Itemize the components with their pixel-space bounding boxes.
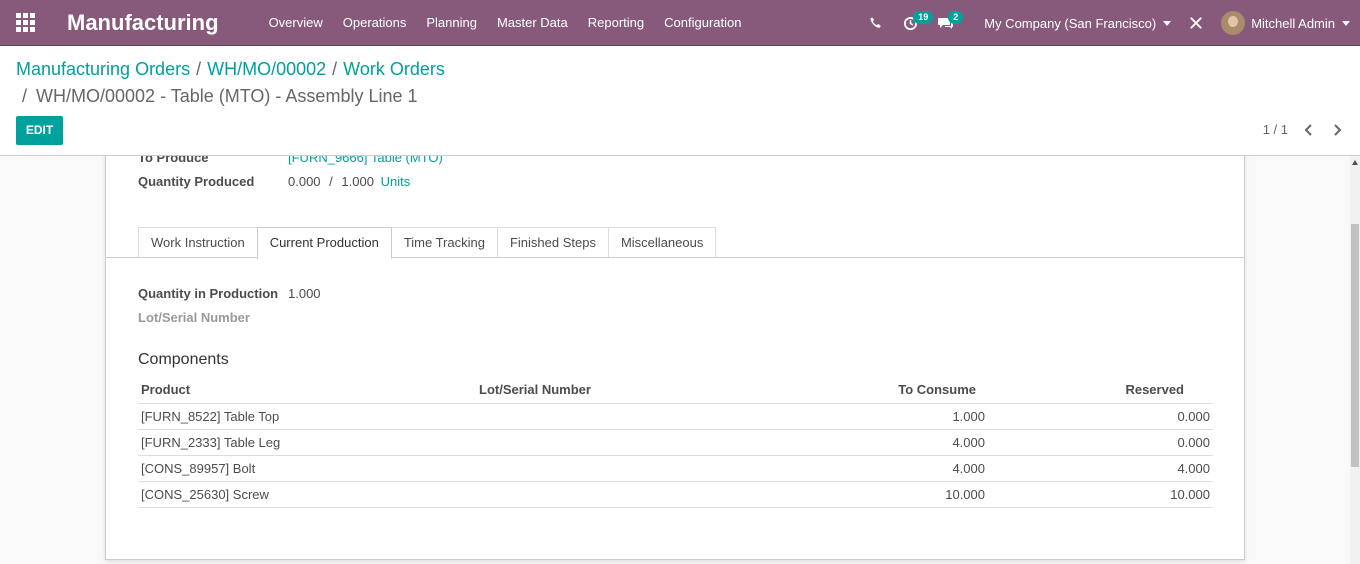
company-name: My Company (San Francisco)	[984, 15, 1157, 31]
menu-planning[interactable]: Planning	[416, 0, 487, 46]
avatar	[1221, 11, 1246, 35]
qty-uom[interactable]: Units	[381, 174, 411, 189]
row-product: [FURN_8522] Table Top	[138, 403, 476, 430]
edit-button[interactable]: EDIT	[16, 116, 63, 145]
form-sheet: To Produce [FURN_9666] Table (MTO) Quant…	[105, 156, 1245, 560]
chevron-right-icon[interactable]	[1330, 123, 1344, 137]
row-reserved: 10.000	[988, 481, 1213, 508]
row-to-consume: 1.000	[816, 403, 988, 430]
apps-menu-icon[interactable]	[0, 0, 50, 46]
tab-finished-steps[interactable]: Finished Steps	[496, 227, 609, 258]
pager: 1 / 1	[1263, 122, 1344, 137]
col-lot-serial: Lot/Serial Number	[476, 377, 816, 404]
tab-miscellaneous[interactable]: Miscellaneous	[607, 227, 717, 258]
breadcrumb: Manufacturing Orders / WH/MO/00002/Work Or…	[16, 59, 445, 80]
row-reserved: 0.000	[988, 429, 1213, 456]
row-to-consume: 4.000	[816, 455, 988, 482]
table-row[interactable]: [CONS_25630] Screw 10.000 10.000	[138, 481, 1213, 508]
chevron-down-icon	[1342, 20, 1350, 26]
col-reserved: Reserved	[988, 377, 1213, 404]
row-lot	[476, 455, 816, 482]
user-name: Mitchell Admin	[1251, 15, 1335, 31]
pager-value[interactable]: 1 / 1	[1263, 122, 1288, 137]
table-row[interactable]: [CONS_89957] Bolt 4.000 4.000	[138, 455, 1213, 482]
table-header-row: Product Lot/Serial Number To Consume Res…	[138, 377, 1213, 404]
top-navbar: Manufacturing Overview Operations Planni…	[0, 0, 1360, 46]
form-view: To Produce [FURN_9666] Table (MTO) Quant…	[0, 156, 1350, 564]
qty-in-production-label: Quantity in Production	[138, 286, 279, 301]
row-to-consume: 4.000	[816, 429, 988, 456]
app-brand[interactable]: Manufacturing	[67, 10, 219, 36]
breadcrumb-work-orders[interactable]: Work Orders	[343, 59, 445, 79]
qty-produced: 0.000	[288, 174, 321, 189]
tab-current-production[interactable]: Current Production	[256, 227, 392, 259]
breadcrumb-separator: /	[196, 59, 202, 79]
tab-work-instruction[interactable]: Work Instruction	[138, 227, 258, 258]
qty-in-production-value: 1.000	[288, 286, 321, 301]
row-reserved: 0.000	[988, 403, 1213, 430]
qty-separator: /	[329, 174, 333, 189]
components-title: Components	[138, 351, 229, 368]
table-row[interactable]: [FURN_2333] Table Leg 4.000 0.000	[138, 429, 1213, 456]
row-lot	[476, 403, 816, 430]
phone-icon[interactable]	[859, 0, 893, 46]
col-product: Product	[138, 377, 476, 404]
breadcrumb-current-label: WH/MO/00002 - Table (MTO) - Assembly Lin…	[36, 86, 418, 106]
row-lot	[476, 481, 816, 508]
qty-total: 1.000	[341, 174, 374, 189]
messaging-icon[interactable]: 2	[928, 0, 974, 46]
menu-master-data[interactable]: Master Data	[487, 0, 578, 46]
to-produce-value[interactable]: [FURN_9666] Table (MTO)	[288, 156, 443, 165]
row-reserved: 4.000	[988, 455, 1213, 482]
components-table: Product Lot/Serial Number To Consume Res…	[138, 377, 1213, 508]
menu-reporting[interactable]: Reporting	[578, 0, 654, 46]
menu-configuration[interactable]: Configuration	[654, 0, 751, 46]
breadcrumb-current: / WH/MO/00002 - Table (MTO) - Assembly L…	[22, 86, 418, 107]
scrollbar-thumb[interactable]	[1351, 224, 1359, 467]
row-product: [CONS_89957] Bolt	[138, 455, 476, 482]
lot-serial-label: Lot/Serial Number	[138, 310, 250, 325]
row-product: [FURN_2333] Table Leg	[138, 429, 476, 456]
breadcrumb-mo[interactable]: WH/MO/00002	[207, 59, 326, 79]
main-menu: Overview Operations Planning Master Data…	[259, 0, 752, 46]
notebook-tabs: Work Instruction Current Production Time…	[138, 227, 717, 259]
systray: 19 2 My Company (San Francisco) Mitchell…	[859, 0, 1360, 46]
table-row[interactable]: [FURN_8522] Table Top 1.000 0.000	[138, 403, 1213, 430]
row-to-consume: 10.000	[816, 481, 988, 508]
breadcrumb-separator: /	[332, 59, 338, 79]
user-menu[interactable]: Mitchell Admin	[1213, 11, 1360, 35]
debug-tools-icon[interactable]	[1179, 0, 1213, 46]
chevron-down-icon	[1163, 20, 1172, 26]
row-lot	[476, 429, 816, 456]
menu-operations[interactable]: Operations	[333, 0, 417, 46]
quantity-produced-label: Quantity Produced	[138, 174, 255, 189]
quantity-produced-value: 0.000 / 1.000 Units	[288, 174, 410, 189]
activity-clock-icon[interactable]: 19	[893, 0, 934, 46]
breadcrumb-manufacturing-orders[interactable]: Manufacturing Orders	[16, 59, 190, 79]
scroll-up-icon[interactable]	[1352, 160, 1358, 165]
to-produce-label: To Produce	[138, 156, 209, 165]
row-product: [CONS_25630] Screw	[138, 481, 476, 508]
breadcrumb-separator: /	[22, 86, 28, 106]
tab-time-tracking[interactable]: Time Tracking	[390, 227, 498, 258]
message-count-badge: 2	[948, 11, 964, 24]
col-to-consume: To Consume	[816, 377, 988, 404]
menu-overview[interactable]: Overview	[259, 0, 333, 46]
chevron-left-icon[interactable]	[1302, 123, 1316, 137]
control-panel: Manufacturing Orders / WH/MO/00002/Work Or…	[0, 46, 1360, 156]
company-switcher[interactable]: My Company (San Francisco)	[974, 16, 1179, 31]
